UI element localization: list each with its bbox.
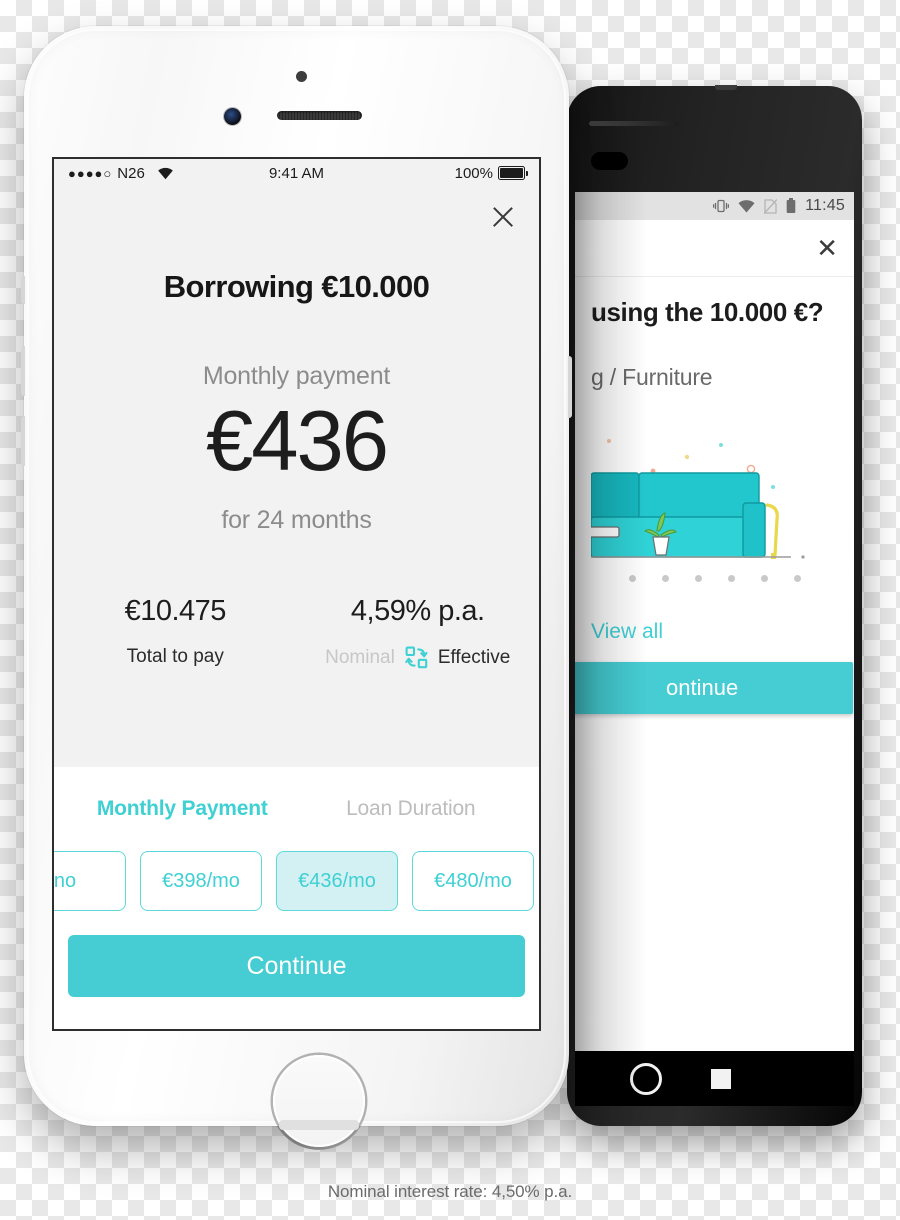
chip-option-436-selected[interactable]: €436/mo bbox=[276, 851, 398, 911]
continue-button[interactable]: Continue bbox=[68, 935, 525, 997]
loan-term-label: for 24 months bbox=[221, 506, 372, 534]
silent-switch[interactable] bbox=[21, 276, 25, 304]
monthly-payment-amount: €436 bbox=[205, 394, 389, 489]
sim-off-icon bbox=[764, 198, 778, 214]
loan-stats-row: €10.475 Total to pay 4,59% p.a. Nominal bbox=[54, 595, 539, 669]
effective-label[interactable]: Effective bbox=[438, 647, 511, 669]
android-navigation-bar bbox=[575, 1051, 854, 1106]
carousel-dots[interactable] bbox=[591, 575, 838, 582]
android-earpiece-speaker bbox=[589, 121, 679, 126]
android-continue-button[interactable]: ontinue bbox=[575, 662, 853, 714]
carousel-dot[interactable] bbox=[760, 575, 768, 582]
iphone-screen: ●●●●○ N26 9:41 AM 100% Borrowing €10.000… bbox=[52, 157, 541, 1031]
android-content: using the 10.000 €? g / Furniture View a… bbox=[575, 277, 854, 714]
home-button[interactable] bbox=[270, 1052, 368, 1150]
ios-status-bar: ●●●●○ N26 9:41 AM 100% bbox=[54, 159, 539, 187]
tab-loan-duration[interactable]: Loan Duration bbox=[297, 797, 526, 821]
teal-sofa-illustration bbox=[575, 419, 838, 569]
volume-down-button[interactable] bbox=[21, 416, 25, 466]
breadcrumb: g / Furniture bbox=[591, 364, 713, 390]
stat-interest-rate: 4,59% p.a. Nominal Effective bbox=[297, 595, 540, 669]
interest-rate-value: 4,59% p.a. bbox=[350, 595, 485, 627]
stat-total-to-pay: €10.475 Total to pay bbox=[54, 595, 297, 669]
carousel-dot[interactable] bbox=[694, 575, 702, 582]
android-phone-device: 11:45 ✕ using the 10.000 €? g / Furnitur… bbox=[567, 85, 862, 1126]
nominal-label[interactable]: Nominal bbox=[325, 647, 395, 669]
swap-toggle-icon[interactable] bbox=[405, 646, 428, 669]
front-camera-icon bbox=[224, 108, 241, 125]
carousel-dot[interactable] bbox=[727, 575, 735, 582]
loan-summary-card: Borrowing €10.000 Monthly payment €436 f… bbox=[54, 187, 539, 767]
android-clock: 11:45 bbox=[805, 197, 845, 214]
android-top-notch bbox=[715, 85, 737, 90]
monthly-payment-label: Monthly payment bbox=[202, 362, 391, 390]
iphone-device: ●●●●○ N26 9:41 AM 100% Borrowing €10.000… bbox=[21, 26, 572, 1150]
selector-tabs: Monthly Payment Loan Duration bbox=[68, 767, 525, 821]
close-icon[interactable]: ✕ bbox=[816, 235, 838, 261]
android-front-camera bbox=[591, 152, 628, 170]
home-circle-icon[interactable] bbox=[629, 1062, 662, 1095]
android-headline: using the 10.000 €? bbox=[591, 297, 824, 327]
carousel-dot[interactable] bbox=[661, 575, 669, 582]
ios-clock: 9:41 AM bbox=[268, 164, 325, 182]
total-to-pay-label: Total to pay bbox=[126, 646, 224, 667]
power-button[interactable] bbox=[568, 356, 572, 418]
vibrate-icon bbox=[713, 199, 730, 213]
iphone-bottom-edge bbox=[279, 1120, 359, 1130]
wifi-icon bbox=[738, 199, 755, 213]
tab-monthly-payment[interactable]: Monthly Payment bbox=[68, 797, 297, 821]
selector-sheet: Monthly Payment Loan Duration no €398/mo… bbox=[54, 767, 539, 1029]
footnote-caption: Nominal interest rate: 4,50% p.a. bbox=[327, 1182, 573, 1201]
battery-full-icon bbox=[498, 166, 528, 180]
recents-square-icon[interactable] bbox=[710, 1068, 731, 1089]
rate-type-toggle[interactable]: Nominal Effective bbox=[297, 646, 540, 669]
carousel-dot[interactable] bbox=[793, 575, 801, 582]
earpiece-speaker bbox=[277, 111, 362, 120]
proximity-sensor-icon bbox=[296, 71, 307, 82]
volume-up-button[interactable] bbox=[21, 346, 25, 396]
android-screen: 11:45 ✕ using the 10.000 €? g / Furnitur… bbox=[575, 192, 854, 1106]
chip-option-480[interactable]: €480/mo bbox=[412, 851, 534, 911]
chip-option-partial[interactable]: no bbox=[54, 851, 126, 911]
page-title: Borrowing €10.000 bbox=[163, 269, 430, 304]
close-icon[interactable] bbox=[487, 201, 519, 233]
total-to-pay-value: €10.475 bbox=[124, 595, 227, 627]
view-all-link[interactable]: View all bbox=[591, 620, 838, 644]
payment-option-chips[interactable]: no €398/mo €436/mo €480/mo bbox=[54, 851, 534, 911]
android-status-bar: 11:45 bbox=[575, 192, 854, 220]
chip-option-398[interactable]: €398/mo bbox=[140, 851, 262, 911]
battery-icon bbox=[786, 198, 796, 214]
android-app-bar: ✕ bbox=[575, 220, 854, 277]
carousel-dot[interactable] bbox=[628, 575, 636, 582]
